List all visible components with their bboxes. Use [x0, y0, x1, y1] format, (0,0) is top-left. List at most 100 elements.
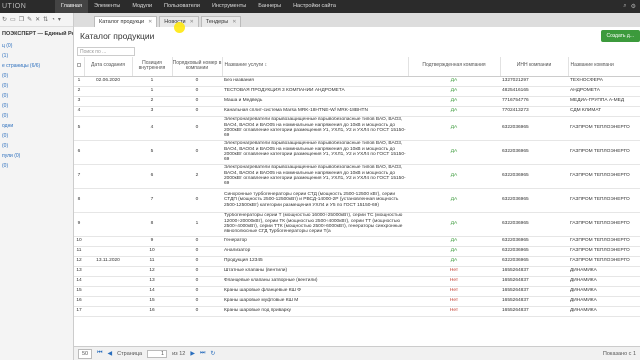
cell-service-name: Краны шаровые муфтовые КШ М: [222, 296, 408, 307]
sidebar-item[interactable]: пули (0): [0, 151, 73, 161]
cell-row-number: 3: [74, 96, 84, 107]
cell-company: ДИНАМИКА: [568, 306, 640, 317]
close-icon[interactable]: ✕: [148, 19, 152, 25]
folder-icon[interactable]: ▭: [10, 16, 16, 23]
cell-service-name: Продукция 12345: [222, 256, 408, 267]
cell-row-number: 14: [74, 276, 84, 287]
cell-created: [84, 140, 132, 165]
tab-tenders[interactable]: Тендеры ✕: [200, 16, 242, 27]
sidebar-item[interactable]: (0): [0, 101, 73, 111]
chevron-down-icon[interactable]: ▾: [58, 16, 61, 23]
table-row[interactable]: 2 1 0 ТЕСТОВАЯ ПРОДУКЦИЯ 3 КОМПАНИИ АНДР…: [74, 86, 640, 97]
table-row[interactable]: 13 12 0 Штатные клапаны (вентили) Нет 16…: [74, 266, 640, 277]
copy-icon[interactable]: ❐: [19, 16, 24, 23]
first-page-icon[interactable]: ⏮: [97, 350, 102, 357]
nav-tools[interactable]: Инструменты: [206, 0, 252, 13]
sidebar-item[interactable]: (0): [0, 131, 73, 141]
close-icon[interactable]: ✕: [232, 19, 236, 25]
sidebar-item[interactable]: одни: [0, 121, 73, 131]
sidebar-item[interactable]: (0): [0, 71, 73, 81]
table-row[interactable]: 1 02.06.2020 1 0 Без названия ДА 1327021…: [74, 76, 640, 87]
nav-elements[interactable]: Элементы: [88, 0, 126, 13]
cell-inn: 6322036965: [500, 256, 568, 267]
table-row[interactable]: 10 9 0 Генератор ДА 6322036965 ГАЗПРОМ Т…: [74, 236, 640, 247]
close-icon[interactable]: ✕: [190, 19, 194, 25]
table-row[interactable]: 14 13 0 Фланцевые клапаны затворные (вен…: [74, 276, 640, 287]
cell-position: 1: [132, 86, 172, 97]
cell-company: ДИНАМИКА: [568, 266, 640, 277]
sidebar-item[interactable]: (0): [0, 111, 73, 121]
table-row[interactable]: 17 16 0 Краны шаровые под приварку Нет 1…: [74, 306, 640, 317]
search-input[interactable]: Поиск по ...: [77, 46, 135, 56]
cell-service-name: Генератор: [222, 236, 408, 247]
cell-service-name: Фланцевые клапаны затворные (вентили): [222, 276, 408, 287]
sidebar-item[interactable]: (0): [0, 81, 73, 91]
nav-site-settings[interactable]: Настройки сайта: [287, 0, 342, 13]
sidebar-item[interactable]: е страницы (6/6): [0, 61, 73, 71]
sidebar-site-title[interactable]: ПОЭКСПЕРТ — Единый Ре...: [0, 27, 73, 41]
cell-order: 0: [172, 306, 222, 317]
edit-icon[interactable]: ✎: [27, 16, 32, 23]
page-number-input[interactable]: 1: [147, 349, 168, 358]
table-row[interactable]: 15 14 0 Краны шаровые фланцевые КШ Ф Нет…: [74, 286, 640, 297]
last-page-icon[interactable]: ⏭: [200, 350, 205, 357]
table-row[interactable]: 12 13.11.2020 11 0 Продукция 12345 ДА 63…: [74, 256, 640, 267]
cell-created: [84, 286, 132, 297]
table-row[interactable]: 3 2 0 Маша и Медведь ДА 7716754776 МЕДИА…: [74, 96, 640, 107]
col-header-service-name[interactable]: Название услуги ↕: [222, 57, 409, 77]
col-header-company-name[interactable]: Название компани: [568, 57, 640, 77]
cell-created: [84, 96, 132, 107]
table-row[interactable]: 16 15 0 Краны шаровые муфтовые КШ М Нет …: [74, 296, 640, 307]
sidebar-item[interactable]: (1): [0, 51, 73, 61]
table-row[interactable]: 4 3 0 Канальная сплит-система Marsa MRK-…: [74, 106, 640, 117]
cell-order: 0: [172, 286, 222, 297]
cell-company: ГАЗПРОМ ТЕПЛОЭНЕРГО: [568, 236, 640, 247]
create-button[interactable]: Создать д...: [600, 30, 640, 42]
sidebar-item[interactable]: (0): [0, 141, 73, 151]
filter-icon[interactable]: ◔: [51, 17, 55, 23]
table-row[interactable]: 9 8 1 Турбогенераторы серии Т (мощностью…: [74, 212, 640, 237]
topbar-icons: ⌕ ⚙: [623, 3, 640, 10]
nav-users[interactable]: Пользователи: [158, 0, 206, 13]
table-row[interactable]: 7 6 2 Электронагреватели взрывозащищенны…: [74, 164, 640, 189]
sidebar-item[interactable]: ц (0): [0, 41, 73, 51]
checkbox-icon[interactable]: [76, 62, 81, 67]
cell-service-name: Краны шаровые под приварку: [222, 306, 408, 317]
cell-position: 12: [132, 266, 172, 277]
table-row[interactable]: 11 10 0 Анализатор ДА 6322036965 ГАЗПРОМ…: [74, 246, 640, 257]
cell-company: ДИНАМИКА: [568, 296, 640, 307]
tab-product-catalog[interactable]: Каталог продукци ✕: [94, 16, 158, 27]
sidebar-item[interactable]: (0): [0, 91, 73, 101]
next-page-icon[interactable]: ▶: [190, 350, 195, 357]
col-header-company-inn[interactable]: ИНН компании: [500, 57, 569, 77]
cell-service-name: Краны шаровые фланцевые КШ Ф: [222, 286, 408, 297]
cell-company: ТЕХНОСФЕРА: [568, 76, 640, 87]
table-row[interactable]: 5 4 0 Электронагреватели взрывозащищенны…: [74, 116, 640, 141]
refresh-icon[interactable]: ↻: [210, 350, 215, 357]
col-header-company-order[interactable]: Порядковый номер в компании: [172, 57, 223, 77]
cell-inn: 6322036965: [500, 188, 568, 213]
table-row[interactable]: 6 5 0 Электронагреватели взрывозащищенны…: [74, 140, 640, 165]
sidebar-item[interactable]: (0): [0, 161, 73, 171]
table-row[interactable]: 8 7 0 Синхронные турбогенераторы серии С…: [74, 188, 640, 213]
cell-position: 6: [132, 164, 172, 189]
select-all-header[interactable]: [74, 57, 85, 77]
nav-modules[interactable]: Модули: [126, 0, 158, 13]
col-header-created[interactable]: Дата создания: [84, 57, 133, 77]
search-icon[interactable]: ⌕: [623, 3, 626, 10]
nav-banners[interactable]: Баннеры: [252, 0, 287, 13]
nav-home[interactable]: Главная: [55, 0, 88, 13]
col-header-confirmed-company[interactable]: Подтвержденная компания: [408, 57, 501, 77]
cell-row-number: 4: [74, 106, 84, 117]
settings-icon[interactable]: ⚙: [631, 3, 636, 10]
delete-icon[interactable]: ✕: [35, 16, 40, 23]
cell-inn: 6322036965: [500, 212, 568, 237]
app-brand: UTION: [2, 3, 27, 10]
page-size-select[interactable]: 50: [78, 348, 93, 359]
col-header-internal-position[interactable]: Позиция внутренняя: [132, 57, 173, 77]
sort-icon[interactable]: ⇅: [43, 16, 48, 23]
cell-confirmed: ДА: [408, 236, 500, 247]
prev-page-icon[interactable]: ◀: [108, 350, 113, 357]
refresh-icon[interactable]: ↻: [2, 16, 7, 23]
cell-position: 2: [132, 96, 172, 107]
